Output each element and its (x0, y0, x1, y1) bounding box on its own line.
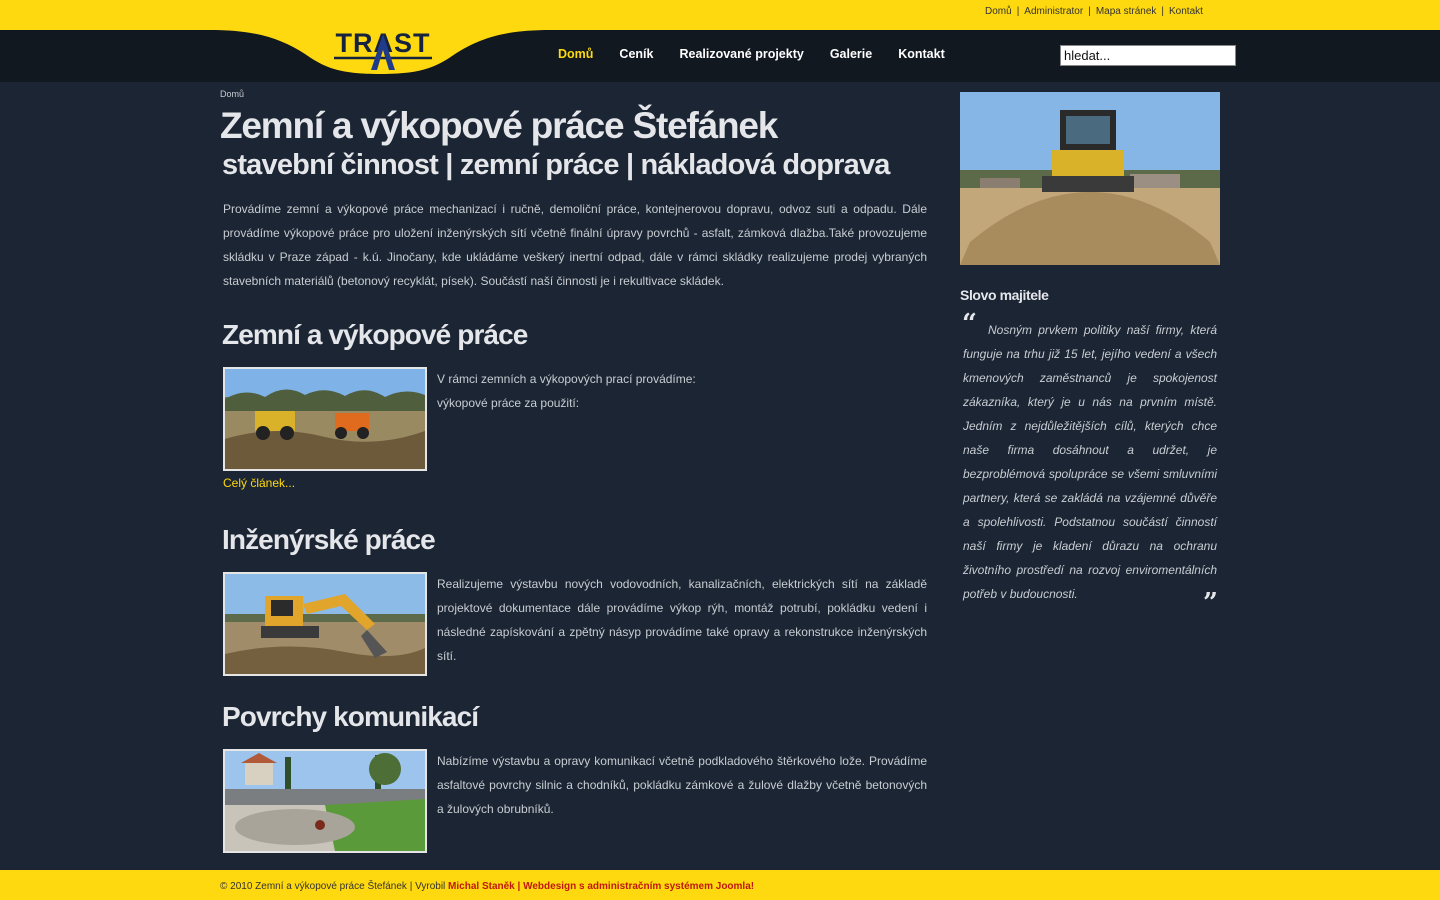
earthworks-text-line-1: V rámci zemních a výkopových prací prová… (437, 372, 696, 386)
surfaces-thumbnail[interactable] (223, 749, 427, 853)
main-nav: Domů Ceník Realizované projekty Galerie Kont… (558, 45, 971, 63)
separator: | (1016, 6, 1020, 17)
quote-close-icon: ” (1203, 588, 1218, 618)
earthworks-text-line-2: výkopové práce za použití: (437, 396, 580, 410)
footer-text: © 2010 Zemní a výkopové práce Štefánek |… (220, 881, 754, 892)
engineering-thumbnail[interactable] (223, 572, 427, 676)
footer-author-link[interactable]: Michal Staněk | Webdesign s administračn… (448, 881, 754, 892)
earthworks-text: V rámci zemních a výkopových prací prová… (437, 367, 927, 415)
sidebar-heading: Slovo majitele (960, 287, 1049, 303)
breadcrumb[interactable]: Domů (220, 89, 244, 99)
top-bar: Domů | Administrator | Mapa stránek | Kontakt (0, 0, 1440, 30)
page-subtitle: stavební činnost | zemní práce | náklado… (222, 149, 890, 181)
sidebar-photo-excavator (960, 92, 1220, 265)
nav-item-home[interactable]: Domů (558, 47, 593, 61)
section-title-earthworks[interactable]: Zemní a výkopové práce (222, 319, 528, 351)
top-link-sitemap[interactable]: Mapa stránek (1096, 6, 1157, 17)
top-link-administrator[interactable]: Administrator (1024, 6, 1083, 17)
search-input[interactable] (1060, 45, 1236, 66)
separator: | (1088, 6, 1091, 17)
top-link-contact[interactable]: Kontakt (1169, 6, 1203, 17)
nav-item-contact[interactable]: Kontakt (898, 47, 945, 61)
footer: © 2010 Zemní a výkopové práce Štefánek |… (0, 870, 1440, 900)
separator: | (1161, 6, 1165, 17)
surfaces-text: Nabízíme výstavbu a opravy komunikací vč… (437, 754, 927, 816)
section-title-surfaces[interactable]: Povrchy komunikací (222, 701, 479, 733)
nav-item-pricelist[interactable]: Ceník (619, 47, 653, 61)
page-title: Zemní a výkopové práce Štefánek (220, 105, 778, 146)
nav-item-gallery[interactable]: Galerie (830, 47, 872, 61)
engineering-text: Realizujeme výstavbu nových vodovodních,… (437, 577, 927, 663)
section-title-engineering[interactable]: Inženýrské práce (222, 524, 436, 556)
read-more-link[interactable]: Celý článek... (223, 476, 295, 490)
intro-text: Provádíme zemní a výkopové práce mechani… (223, 202, 927, 288)
nav-item-projects[interactable]: Realizované projekty (679, 47, 803, 61)
trast-logo[interactable]: TRAST (332, 28, 434, 72)
earthworks-thumbnail[interactable] (223, 367, 427, 471)
footer-copyright: © 2010 Zemní a výkopové práce Štefánek |… (220, 881, 449, 892)
top-link-home[interactable]: Domů (985, 6, 1012, 17)
top-links: Domů | Administrator | Mapa stránek | Kontakt (985, 6, 1203, 17)
owner-quote-text: Nosným prvkem politiky naší firmy, která… (963, 323, 1217, 601)
